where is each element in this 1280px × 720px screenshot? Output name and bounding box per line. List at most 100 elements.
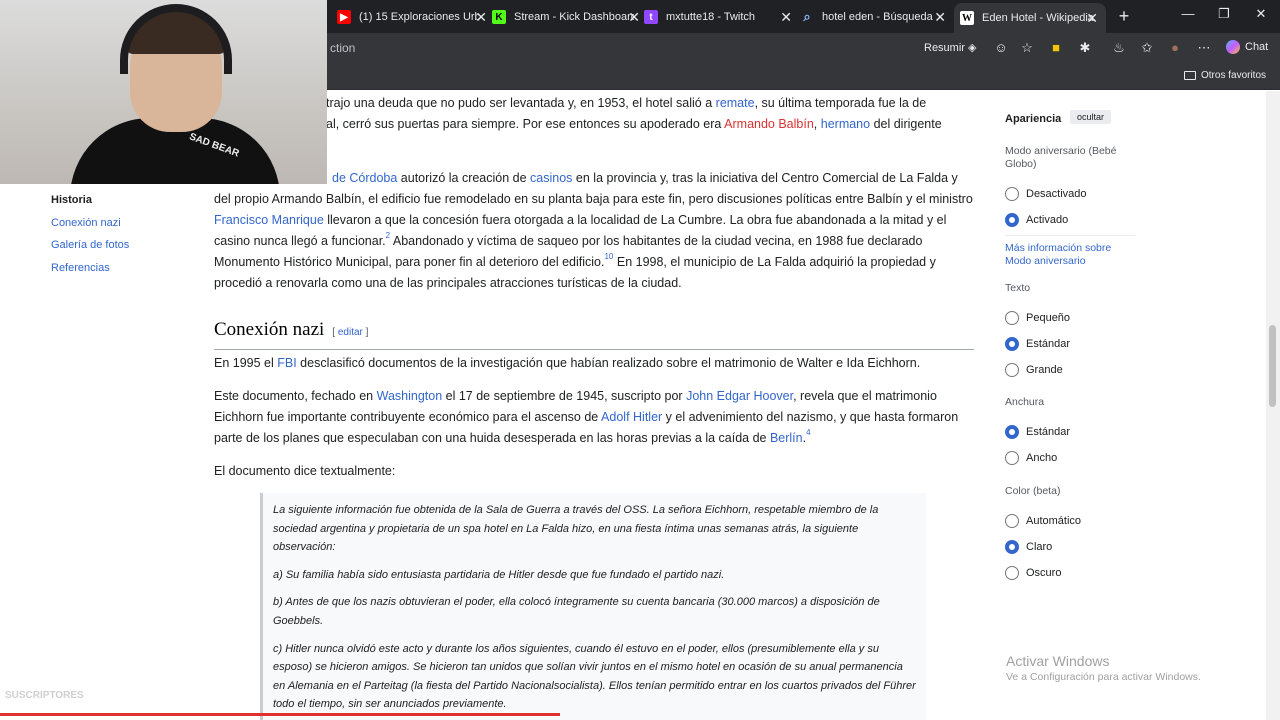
link-hitler[interactable]: Adolf Hitler bbox=[601, 410, 662, 424]
section-heading: Conexión nazi [ editar ] bbox=[214, 319, 974, 350]
scrollbar[interactable] bbox=[1266, 91, 1280, 720]
other-favorites-button[interactable]: Otros favoritos bbox=[1184, 70, 1266, 81]
reference[interactable]: 2 bbox=[386, 231, 390, 240]
link-washington[interactable]: Washington bbox=[377, 389, 443, 403]
paragraph: de Córdoba autorizó la creación de casin… bbox=[214, 168, 974, 294]
text: al, cerró sus puertas para siempre. Por … bbox=[326, 117, 725, 131]
link-casinos[interactable]: casinos bbox=[530, 171, 572, 185]
tab-youtube[interactable]: ▶ (1) 15 Exploraciones Urba ✕ bbox=[337, 4, 495, 30]
width-label: Anchura bbox=[1005, 396, 1045, 408]
emoji-icon[interactable]: ☺ bbox=[992, 40, 1010, 55]
tab-title: (1) 15 Exploraciones Urba bbox=[359, 11, 479, 23]
link-hoover[interactable]: John Edgar Hoover bbox=[686, 389, 793, 403]
radio-button[interactable] bbox=[1005, 187, 1019, 201]
close-icon[interactable]: ✕ bbox=[628, 9, 640, 26]
option-pequeno[interactable]: Pequeño bbox=[1005, 311, 1070, 325]
divider bbox=[1005, 235, 1135, 236]
radio-button[interactable] bbox=[1005, 337, 1019, 351]
option-automatico[interactable]: Automático bbox=[1005, 514, 1081, 528]
restore-icon[interactable]: ❐ bbox=[1214, 6, 1234, 22]
new-tab-icon[interactable]: + bbox=[1114, 6, 1134, 26]
close-icon[interactable]: ✕ bbox=[780, 9, 792, 26]
option-label: Activado bbox=[1026, 214, 1069, 226]
paragraph: El documento dice textualmente: bbox=[214, 464, 396, 478]
tab-title: Eden Hotel - Wikipedia, l bbox=[982, 12, 1094, 24]
wikipedia-icon: W bbox=[960, 11, 974, 25]
option-ancho[interactable]: Ancho bbox=[1005, 451, 1057, 465]
scrollbar-thumb[interactable] bbox=[1269, 325, 1276, 407]
webcam-overlay: SAD BEAR bbox=[0, 0, 327, 184]
twitch-icon: t bbox=[644, 10, 658, 24]
toc-item-referencias[interactable]: Referencias bbox=[51, 257, 129, 280]
option-label: Claro bbox=[1026, 541, 1053, 553]
link-armando-balbin[interactable]: Armando Balbín bbox=[724, 117, 814, 131]
link-cordoba[interactable]: de Córdoba bbox=[332, 171, 397, 185]
quote-paragraph: La siguiente información fue obtenida de… bbox=[273, 504, 879, 554]
bracket: ] bbox=[362, 327, 369, 338]
text: Este documento, fechado en bbox=[214, 389, 377, 403]
paragraph: En 1995 el FBI desclasificó documentos d… bbox=[214, 353, 974, 374]
color-label: Color (beta) bbox=[1005, 485, 1061, 497]
option-label: Automático bbox=[1026, 515, 1082, 527]
tab-title: hotel eden - Búsqueda bbox=[822, 11, 933, 23]
tab-kick[interactable]: K Stream - Kick Dashboard ✕ bbox=[492, 4, 648, 30]
link-remate[interactable]: remate bbox=[716, 96, 755, 110]
more-icon[interactable]: ⋯ bbox=[1195, 40, 1213, 56]
chat-button[interactable]: Chat bbox=[1226, 40, 1268, 54]
copilot-icon bbox=[1226, 40, 1240, 54]
edit-link[interactable]: editar bbox=[338, 327, 363, 338]
url-field[interactable]: ction bbox=[330, 41, 355, 55]
radio-button[interactable] bbox=[1005, 213, 1019, 227]
radio-button[interactable] bbox=[1005, 425, 1019, 439]
radio-button[interactable] bbox=[1005, 451, 1019, 465]
radio-button[interactable] bbox=[1005, 363, 1019, 377]
option-grande[interactable]: Grande bbox=[1005, 363, 1063, 377]
resumir-button[interactable]: Resumir ◈ bbox=[924, 41, 976, 54]
close-icon[interactable]: ✕ bbox=[475, 9, 487, 26]
tab-search[interactable]: ⌕ hotel eden - Búsqueda ✕ bbox=[800, 4, 954, 30]
option-activado[interactable]: Activado bbox=[1005, 213, 1068, 227]
radio-button[interactable] bbox=[1005, 566, 1019, 580]
option-oscuro[interactable]: Oscuro bbox=[1005, 566, 1061, 580]
hide-button[interactable]: ocultar bbox=[1070, 110, 1112, 124]
extension-icon[interactable]: ■ bbox=[1047, 40, 1065, 55]
option-estandar-text[interactable]: Estándar bbox=[1005, 337, 1070, 351]
puzzle-icon[interactable]: ✱ bbox=[1076, 40, 1094, 56]
radio-button[interactable] bbox=[1005, 540, 1019, 554]
radio-button[interactable] bbox=[1005, 311, 1019, 325]
option-label: Estándar bbox=[1026, 338, 1071, 350]
avatar[interactable]: ● bbox=[1166, 40, 1184, 55]
minimize-icon[interactable]: — bbox=[1178, 6, 1198, 21]
link-fbi[interactable]: FBI bbox=[277, 356, 296, 370]
radio-button[interactable] bbox=[1005, 514, 1019, 528]
text: autorizó la creación de bbox=[397, 171, 531, 185]
link-berlin[interactable]: Berlín bbox=[770, 431, 803, 445]
link-hermano[interactable]: hermano bbox=[821, 117, 870, 131]
option-claro[interactable]: Claro bbox=[1005, 540, 1052, 554]
tab-title: Stream - Kick Dashboard bbox=[514, 11, 634, 23]
star-icon[interactable]: ☆ bbox=[1018, 40, 1036, 56]
option-label: Pequeño bbox=[1026, 312, 1071, 324]
quote-paragraph: a) Su familia había sido entusiasta part… bbox=[273, 568, 725, 581]
close-icon[interactable]: ✕ bbox=[1086, 10, 1098, 27]
tab-wikipedia[interactable]: W Eden Hotel - Wikipedia, l ✕ bbox=[954, 3, 1106, 33]
option-desactivado[interactable]: Desactivado bbox=[1005, 187, 1087, 201]
more-info-link[interactable]: Más información sobre Modo aniversario bbox=[1005, 242, 1135, 268]
reference[interactable]: 4 bbox=[806, 428, 810, 437]
performance-icon[interactable]: ♨ bbox=[1110, 40, 1128, 56]
reference[interactable]: 10 bbox=[604, 252, 613, 261]
toc-item-historia[interactable]: Historia bbox=[51, 189, 129, 212]
link-francisco-manrique[interactable]: Francisco Manrique bbox=[214, 213, 324, 227]
toc-item-galeria[interactable]: Galería de fotos bbox=[51, 234, 129, 257]
favorites-icon[interactable]: ✩ bbox=[1138, 40, 1156, 56]
tab-title: mxtutte18 - Twitch bbox=[666, 11, 756, 23]
option-estandar-width[interactable]: Estándar bbox=[1005, 425, 1070, 439]
window-close-icon[interactable]: ✕ bbox=[1251, 6, 1271, 22]
option-label: Oscuro bbox=[1026, 567, 1062, 579]
tab-twitch[interactable]: t mxtutte18 - Twitch ✕ bbox=[644, 4, 800, 30]
toc-item-conexion-nazi[interactable]: Conexión nazi bbox=[51, 212, 129, 235]
youtube-icon: ▶ bbox=[337, 10, 351, 24]
close-icon[interactable]: ✕ bbox=[934, 9, 946, 26]
quote-paragraph: c) Hitler nunca olvidó este acto y duran… bbox=[273, 642, 916, 711]
activate-title: Activar Windows bbox=[1006, 653, 1110, 669]
